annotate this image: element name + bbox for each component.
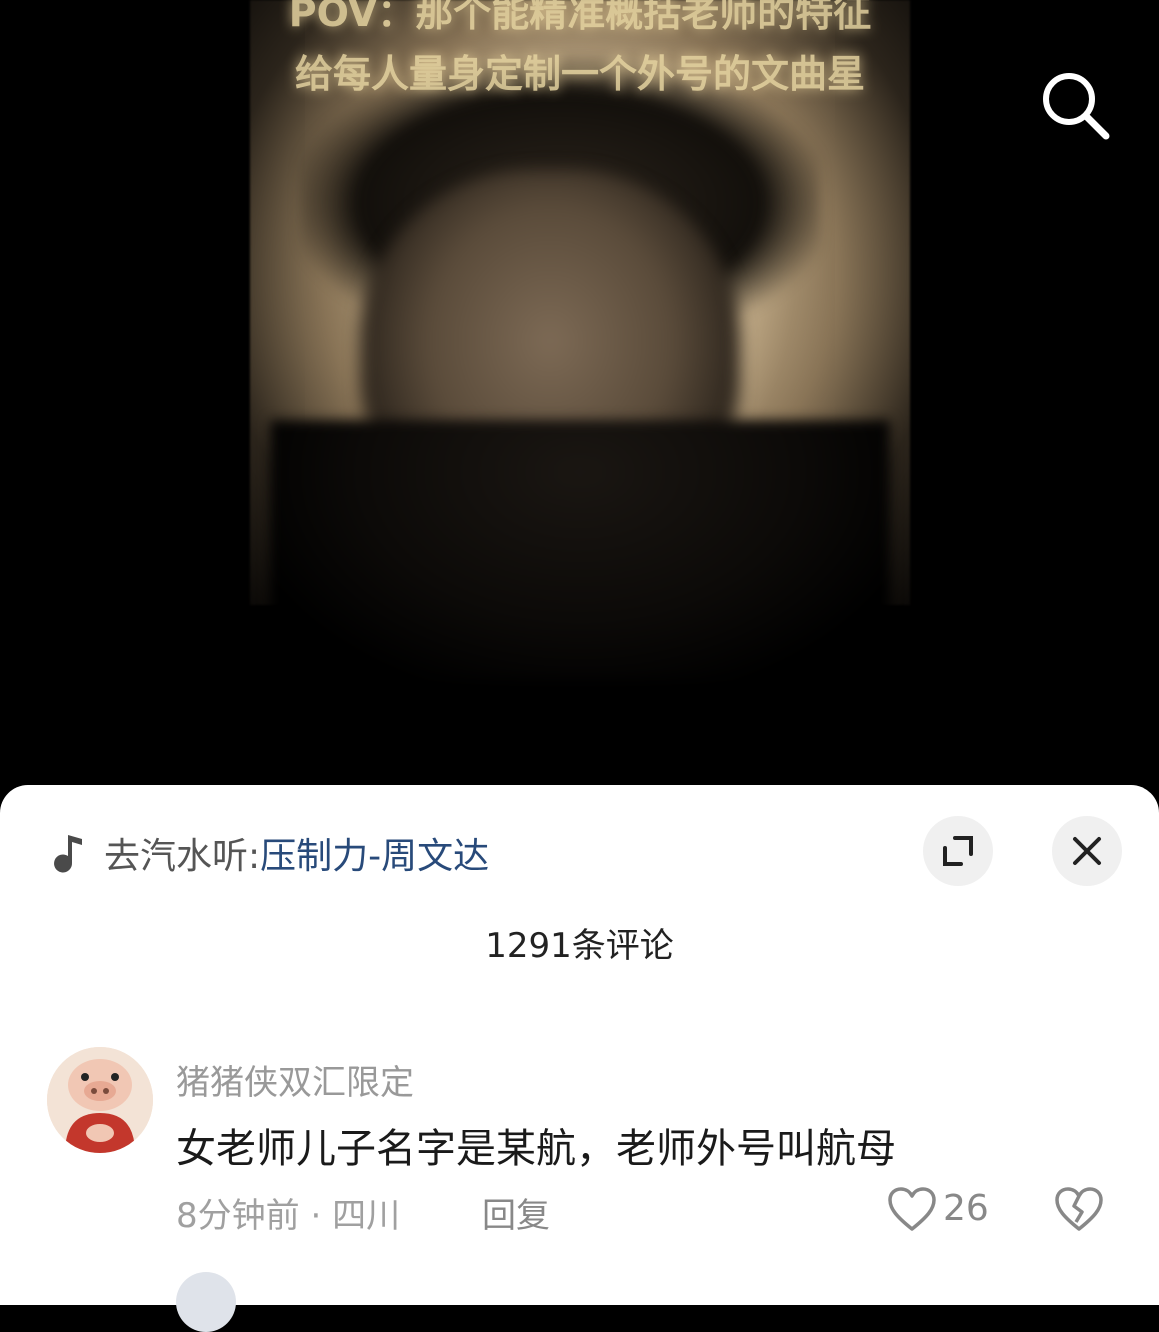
music-song-title[interactable]: 压制力-周文达 xyxy=(260,827,489,879)
comment-text: 女老师儿子名字是某航，老师外号叫航母 xyxy=(176,1126,896,1172)
comment-time: 8分钟前 xyxy=(176,1196,300,1236)
comment-username[interactable]: 猪猪侠双汇限定 xyxy=(176,1055,414,1104)
video-subject-body xyxy=(270,420,890,680)
search-icon[interactable] xyxy=(1036,66,1114,144)
comment-meta: 8分钟前 · 四川 xyxy=(176,1188,400,1237)
expand-button[interactable] xyxy=(923,816,993,886)
heart-outline-icon[interactable] xyxy=(887,1186,937,1232)
meta-separator: · xyxy=(299,1196,333,1236)
comment-count-title: 1291条评论 xyxy=(485,926,674,966)
reply-button[interactable]: 回复 xyxy=(482,1188,550,1237)
music-note-icon xyxy=(50,831,90,875)
next-comment-avatar[interactable] xyxy=(176,1272,236,1332)
close-icon xyxy=(1073,837,1101,865)
like-count: 26 xyxy=(943,1188,989,1229)
expand-icon xyxy=(943,836,973,866)
video-caption-line-2: 给每人量身定制一个外号的文曲星 xyxy=(294,52,865,96)
broken-heart-icon[interactable] xyxy=(1054,1186,1104,1232)
video-player[interactable]: POV：那个能精准概括老师的特征 给每人量身定制一个外号的文曲星 xyxy=(0,0,1159,800)
music-prefix-label: 去汽水听: xyxy=(104,836,261,877)
close-button[interactable] xyxy=(1052,816,1122,886)
music-link[interactable]: 去汽水听: 压制力-周文达 xyxy=(50,828,489,878)
avatar[interactable] xyxy=(47,1047,153,1153)
video-caption-line-1: POV：那个能精准概括老师的特征 xyxy=(288,0,872,35)
comment-location: 四川 xyxy=(332,1196,401,1236)
